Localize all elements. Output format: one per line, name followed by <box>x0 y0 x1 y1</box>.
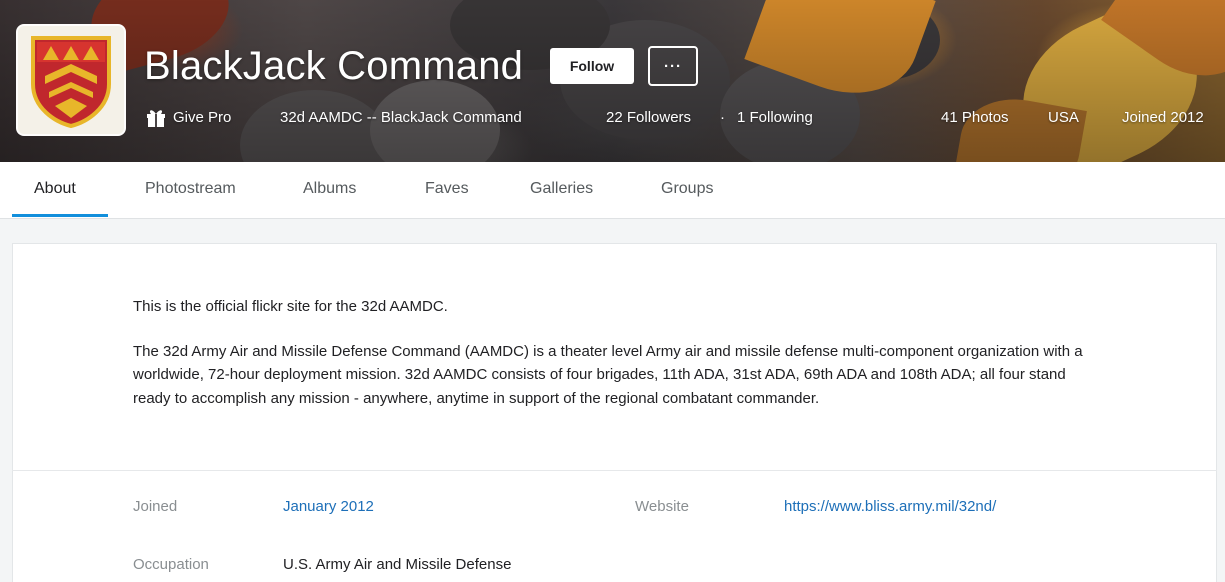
tab-albums[interactable]: Albums <box>303 162 356 219</box>
followers-count[interactable]: 22 Followers <box>606 108 691 128</box>
more-options-button[interactable]: ··· <box>648 46 698 86</box>
gift-icon <box>147 110 165 127</box>
about-intro: This is the official flickr site for the… <box>133 298 448 315</box>
real-name: 32d AAMDC -- BlackJack Command <box>280 109 522 126</box>
about-panel <box>12 243 1217 582</box>
divider <box>12 470 1217 471</box>
tab-galleries[interactable]: Galleries <box>530 162 593 219</box>
occupation-value: U.S. Army Air and Missile Defense <box>283 556 512 573</box>
location: USA <box>1048 109 1079 126</box>
give-pro-link[interactable]: Give Pro <box>173 108 231 128</box>
active-tab-indicator <box>12 214 108 217</box>
shield-insignia-icon <box>31 36 111 128</box>
about-description: The 32d Army Air and Missile Defense Com… <box>133 343 1083 407</box>
tab-about[interactable]: About <box>34 162 76 219</box>
tab-photostream[interactable]: Photostream <box>145 162 236 219</box>
meta-separator: · <box>720 109 725 126</box>
photos-count: 41 Photos <box>941 109 1009 126</box>
website-label: Website <box>635 498 689 515</box>
tab-bar: About Photostream Albums Faves Galleries… <box>0 162 1225 219</box>
joined-year: Joined 2012 <box>1122 109 1204 126</box>
avatar[interactable] <box>16 24 126 136</box>
joined-label: Joined <box>133 498 178 515</box>
joined-value[interactable]: January 2012 <box>283 497 374 517</box>
occupation-label: Occupation <box>133 556 209 573</box>
website-link[interactable]: https://www.bliss.army.mil/32nd/ <box>784 497 996 517</box>
tab-faves[interactable]: Faves <box>425 162 469 219</box>
following-count[interactable]: 1 Following <box>737 108 813 128</box>
tab-groups[interactable]: Groups <box>661 162 713 219</box>
profile-name: BlackJack Command <box>144 44 524 88</box>
follow-button[interactable]: Follow <box>550 48 634 84</box>
